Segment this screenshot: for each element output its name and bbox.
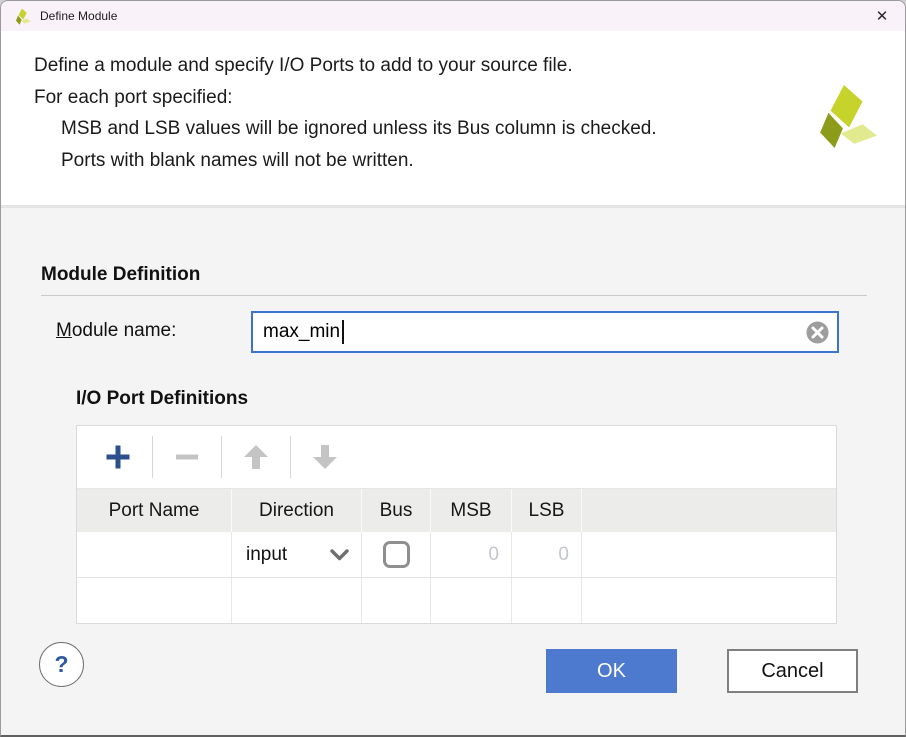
description-line: Define a module and specify I/O Ports to…: [34, 50, 905, 82]
column-header-port-name[interactable]: Port Name: [77, 489, 232, 532]
bus-checkbox[interactable]: [383, 541, 410, 568]
move-down-icon[interactable]: [304, 436, 346, 478]
bus-cell[interactable]: [362, 578, 431, 623]
table-row: [77, 578, 836, 623]
lsb-cell[interactable]: 0: [512, 532, 582, 577]
text-caret: [342, 320, 344, 344]
msb-cell[interactable]: 0: [431, 532, 512, 577]
cancel-button[interactable]: Cancel: [727, 649, 858, 693]
direction-cell[interactable]: [232, 578, 362, 623]
define-module-dialog: Define Module ✕ Define a module and spec…: [0, 0, 906, 737]
titlebar: Define Module ✕: [1, 1, 905, 31]
ok-button[interactable]: OK: [546, 649, 677, 693]
vivado-logo-icon: [14, 8, 31, 25]
module-name-label: Module name:: [56, 320, 176, 342]
table-header-row: Port Name Direction Bus MSB LSB: [77, 489, 836, 532]
msb-cell[interactable]: [431, 578, 512, 623]
chevron-down-icon: [330, 549, 349, 561]
row-spacer-cell: [582, 532, 836, 577]
lsb-cell[interactable]: [512, 578, 582, 623]
module-name-value: max_min: [263, 321, 340, 343]
io-port-definitions-section-title: I/O Port Definitions: [76, 388, 248, 410]
column-header-spacer: [582, 489, 836, 532]
module-name-input[interactable]: max_min: [251, 311, 839, 353]
toolbar-divider: [152, 436, 153, 478]
port-name-cell[interactable]: [77, 532, 232, 577]
toolbar-divider: [290, 436, 291, 478]
column-header-msb[interactable]: MSB: [431, 489, 512, 532]
column-header-bus[interactable]: Bus: [362, 489, 431, 532]
io-ports-table: Port Name Direction Bus MSB LSB input 0: [76, 425, 837, 624]
row-spacer-cell: [582, 578, 836, 623]
column-header-direction[interactable]: Direction: [232, 489, 362, 532]
move-up-icon[interactable]: [235, 436, 277, 478]
column-header-lsb[interactable]: LSB: [512, 489, 582, 532]
add-port-icon[interactable]: [97, 436, 139, 478]
close-icon[interactable]: ✕: [869, 5, 895, 27]
description-line: MSB and LSB values will be ignored unles…: [34, 113, 905, 145]
module-definition-section-title: Module Definition: [41, 264, 200, 286]
vivado-logo-icon: [815, 83, 877, 162]
section-divider: [41, 295, 867, 296]
table-row: input 0 0: [77, 532, 836, 578]
clear-input-icon[interactable]: [806, 321, 829, 344]
window-title: Define Module: [40, 9, 117, 23]
bus-cell: [362, 532, 431, 577]
port-name-cell[interactable]: [77, 578, 232, 623]
help-button[interactable]: ?: [39, 642, 84, 687]
toolbar-divider: [221, 436, 222, 478]
description-panel: Define a module and specify I/O Ports to…: [1, 31, 905, 208]
ports-toolbar: [77, 426, 836, 489]
remove-port-icon[interactable]: [166, 436, 208, 478]
description-line: For each port specified:: [34, 82, 905, 114]
direction-select[interactable]: input: [232, 532, 362, 577]
direction-value: input: [246, 544, 287, 566]
description-line: Ports with blank names will not be writt…: [34, 145, 905, 177]
